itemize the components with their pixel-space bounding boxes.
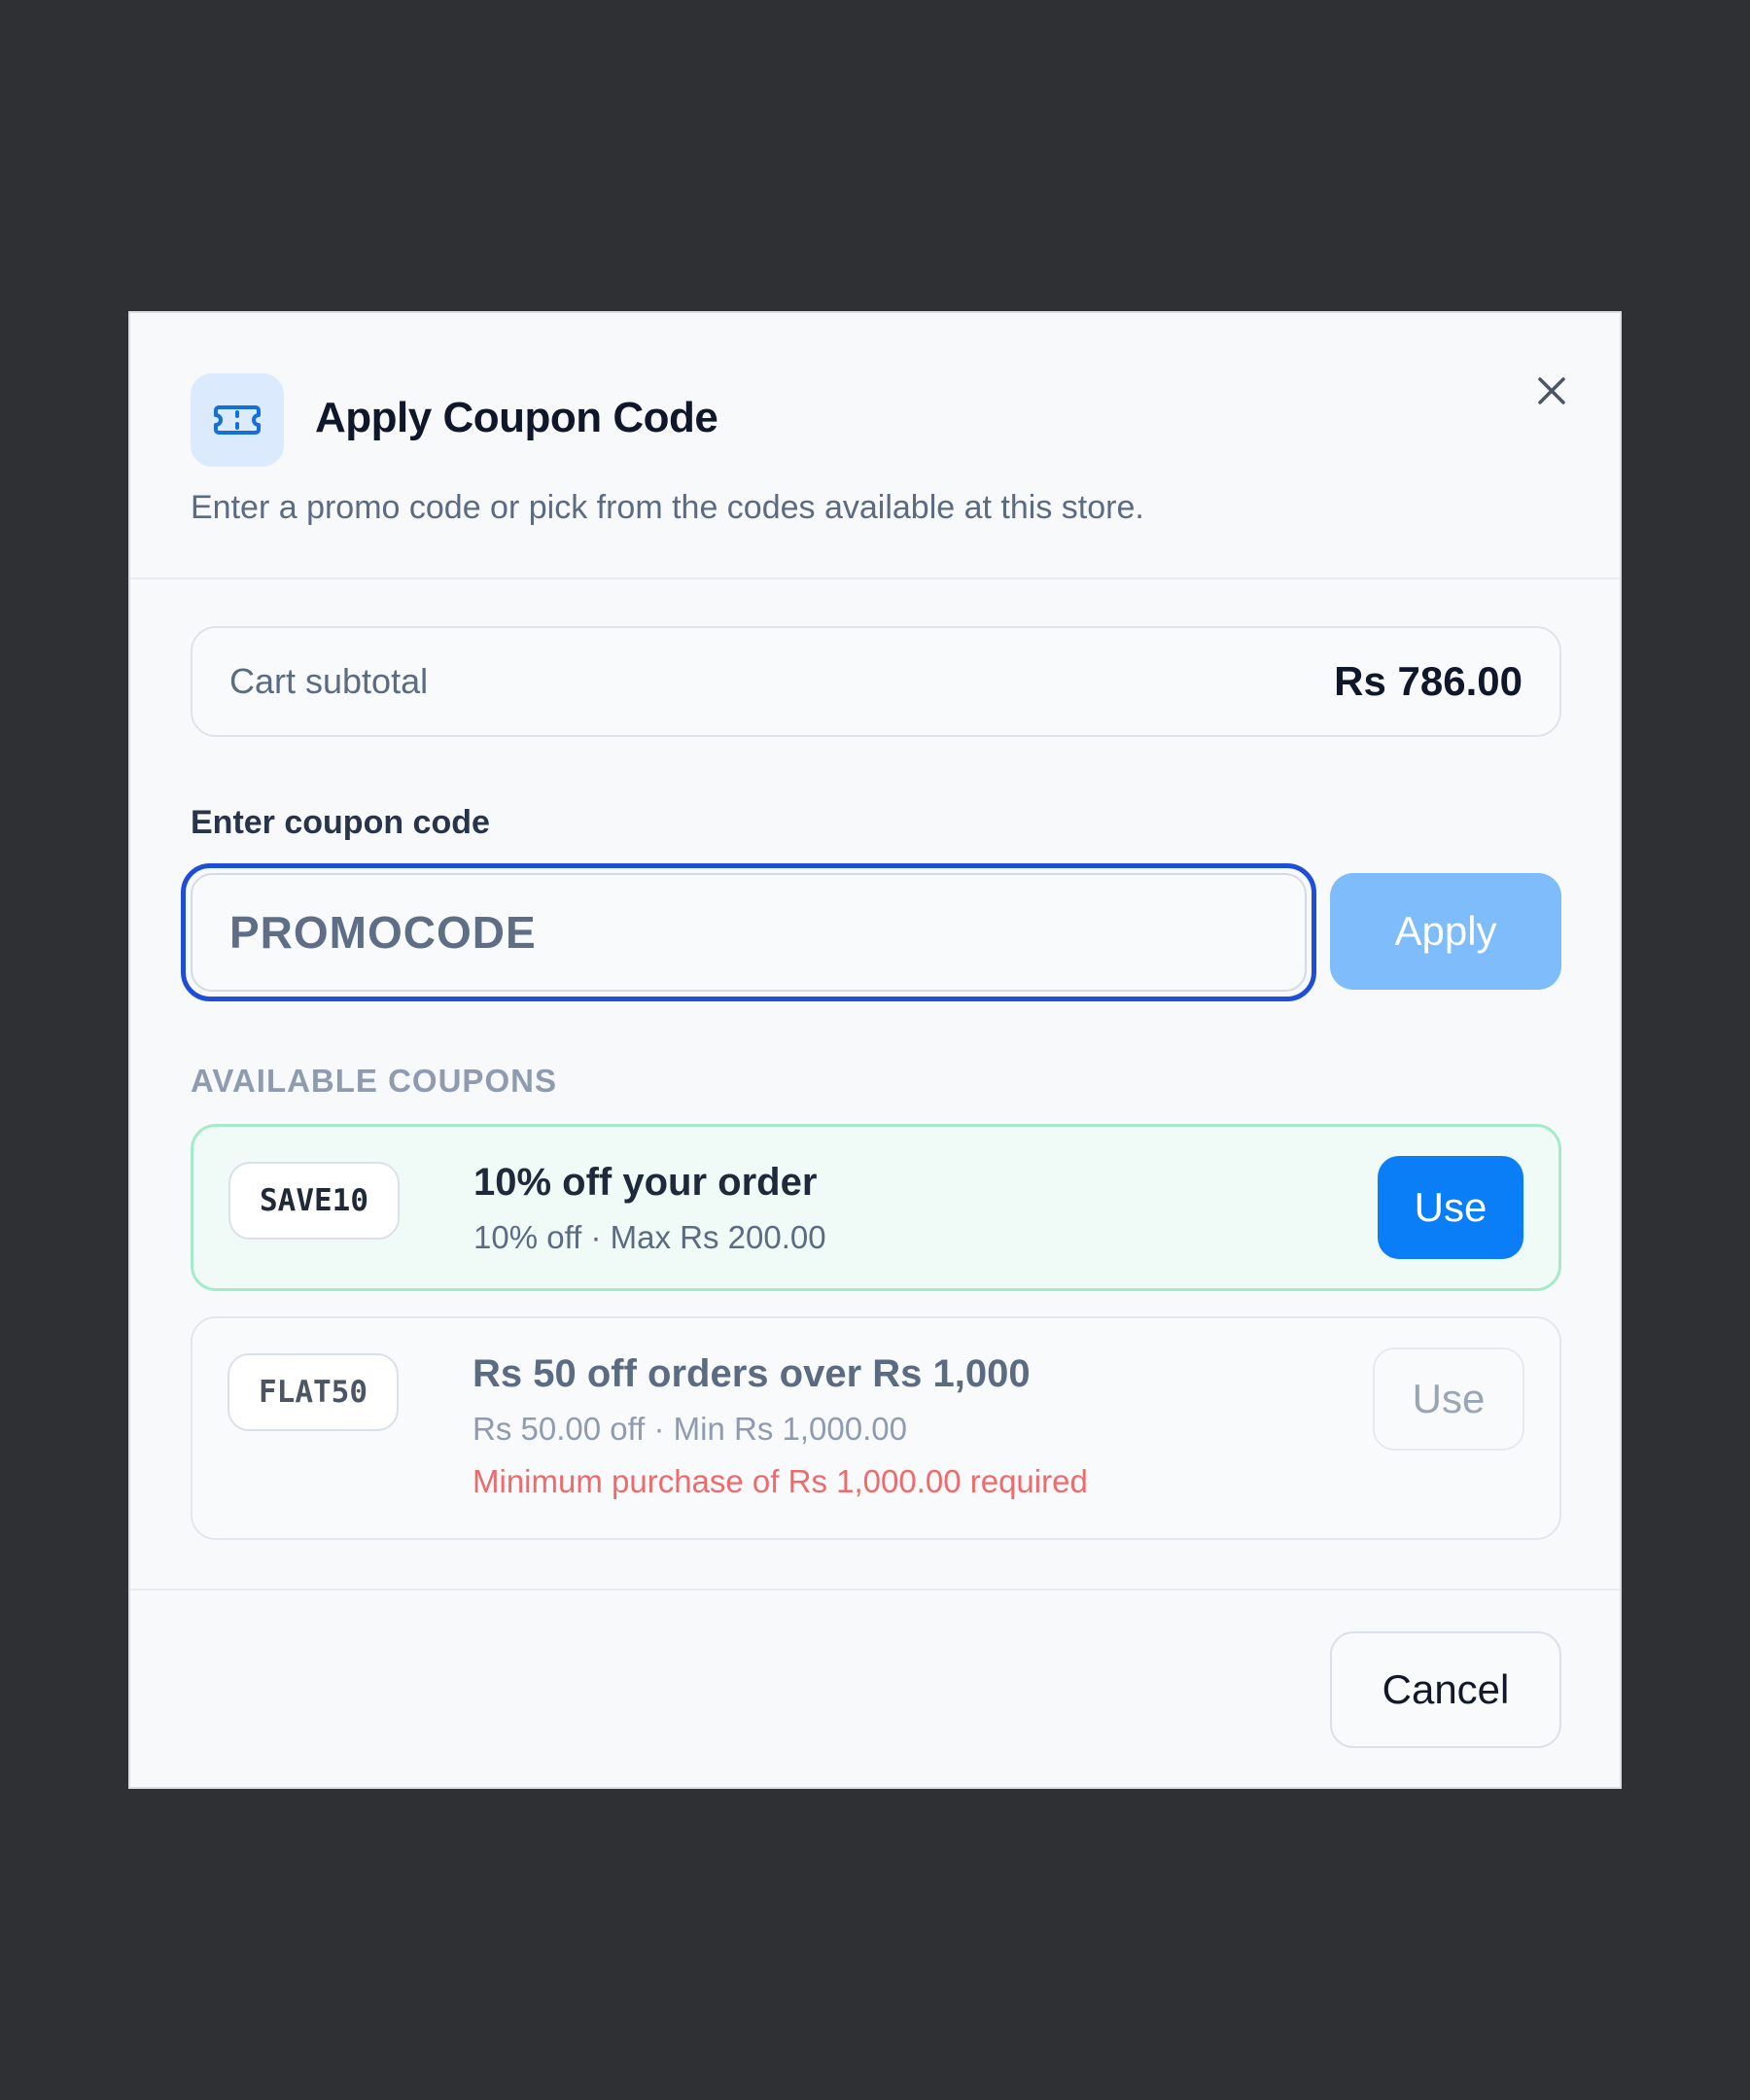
- coupon-code-chip: FLAT50: [228, 1353, 399, 1431]
- coupon-input-label: Enter coupon code: [191, 804, 490, 841]
- coupon-card-save10: SAVE10 10% off your order 10% off · Max …: [191, 1124, 1561, 1291]
- coupon-title: 10% off your order: [473, 1161, 818, 1204]
- dialog-subtitle: Enter a promo code or pick from the code…: [191, 489, 1144, 526]
- coupon-code-input[interactable]: [191, 873, 1307, 992]
- coupon-code-chip: SAVE10: [228, 1162, 400, 1240]
- close-button[interactable]: [1524, 364, 1579, 418]
- cart-subtotal-summary: Cart subtotal Rs 786.00: [191, 626, 1561, 737]
- footer-divider: [130, 1589, 1620, 1591]
- close-icon: [1538, 377, 1565, 404]
- dialog-title: Apply Coupon Code: [315, 394, 718, 441]
- coupon-title: Rs 50 off orders over Rs 1,000: [472, 1352, 1031, 1395]
- apply-button[interactable]: Apply: [1330, 873, 1561, 990]
- coupon-details: Rs 50.00 off · Min Rs 1,000.00: [472, 1411, 907, 1447]
- coupon-details: 10% off · Max Rs 200.00: [473, 1219, 826, 1255]
- dialog-header: Apply Coupon Code Enter a promo code or …: [130, 313, 1620, 579]
- coupon-card-flat50: FLAT50 Rs 50 off orders over Rs 1,000 Rs…: [191, 1316, 1561, 1540]
- subtotal-value: Rs 786.00: [1334, 658, 1522, 704]
- ticket-icon: [191, 373, 284, 467]
- use-coupon-button-flat50[interactable]: Use: [1373, 1348, 1524, 1451]
- available-coupons-heading: AVAILABLE COUPONS: [191, 1063, 557, 1099]
- cancel-button[interactable]: Cancel: [1330, 1631, 1561, 1748]
- coupon-ineligible-warning: Minimum purchase of Rs 1,000.00 required: [472, 1463, 1088, 1499]
- subtotal-label: Cart subtotal: [229, 661, 429, 701]
- coupon-dialog: Apply Coupon Code Enter a promo code or …: [128, 311, 1622, 1789]
- use-coupon-button-save10[interactable]: Use: [1378, 1156, 1523, 1259]
